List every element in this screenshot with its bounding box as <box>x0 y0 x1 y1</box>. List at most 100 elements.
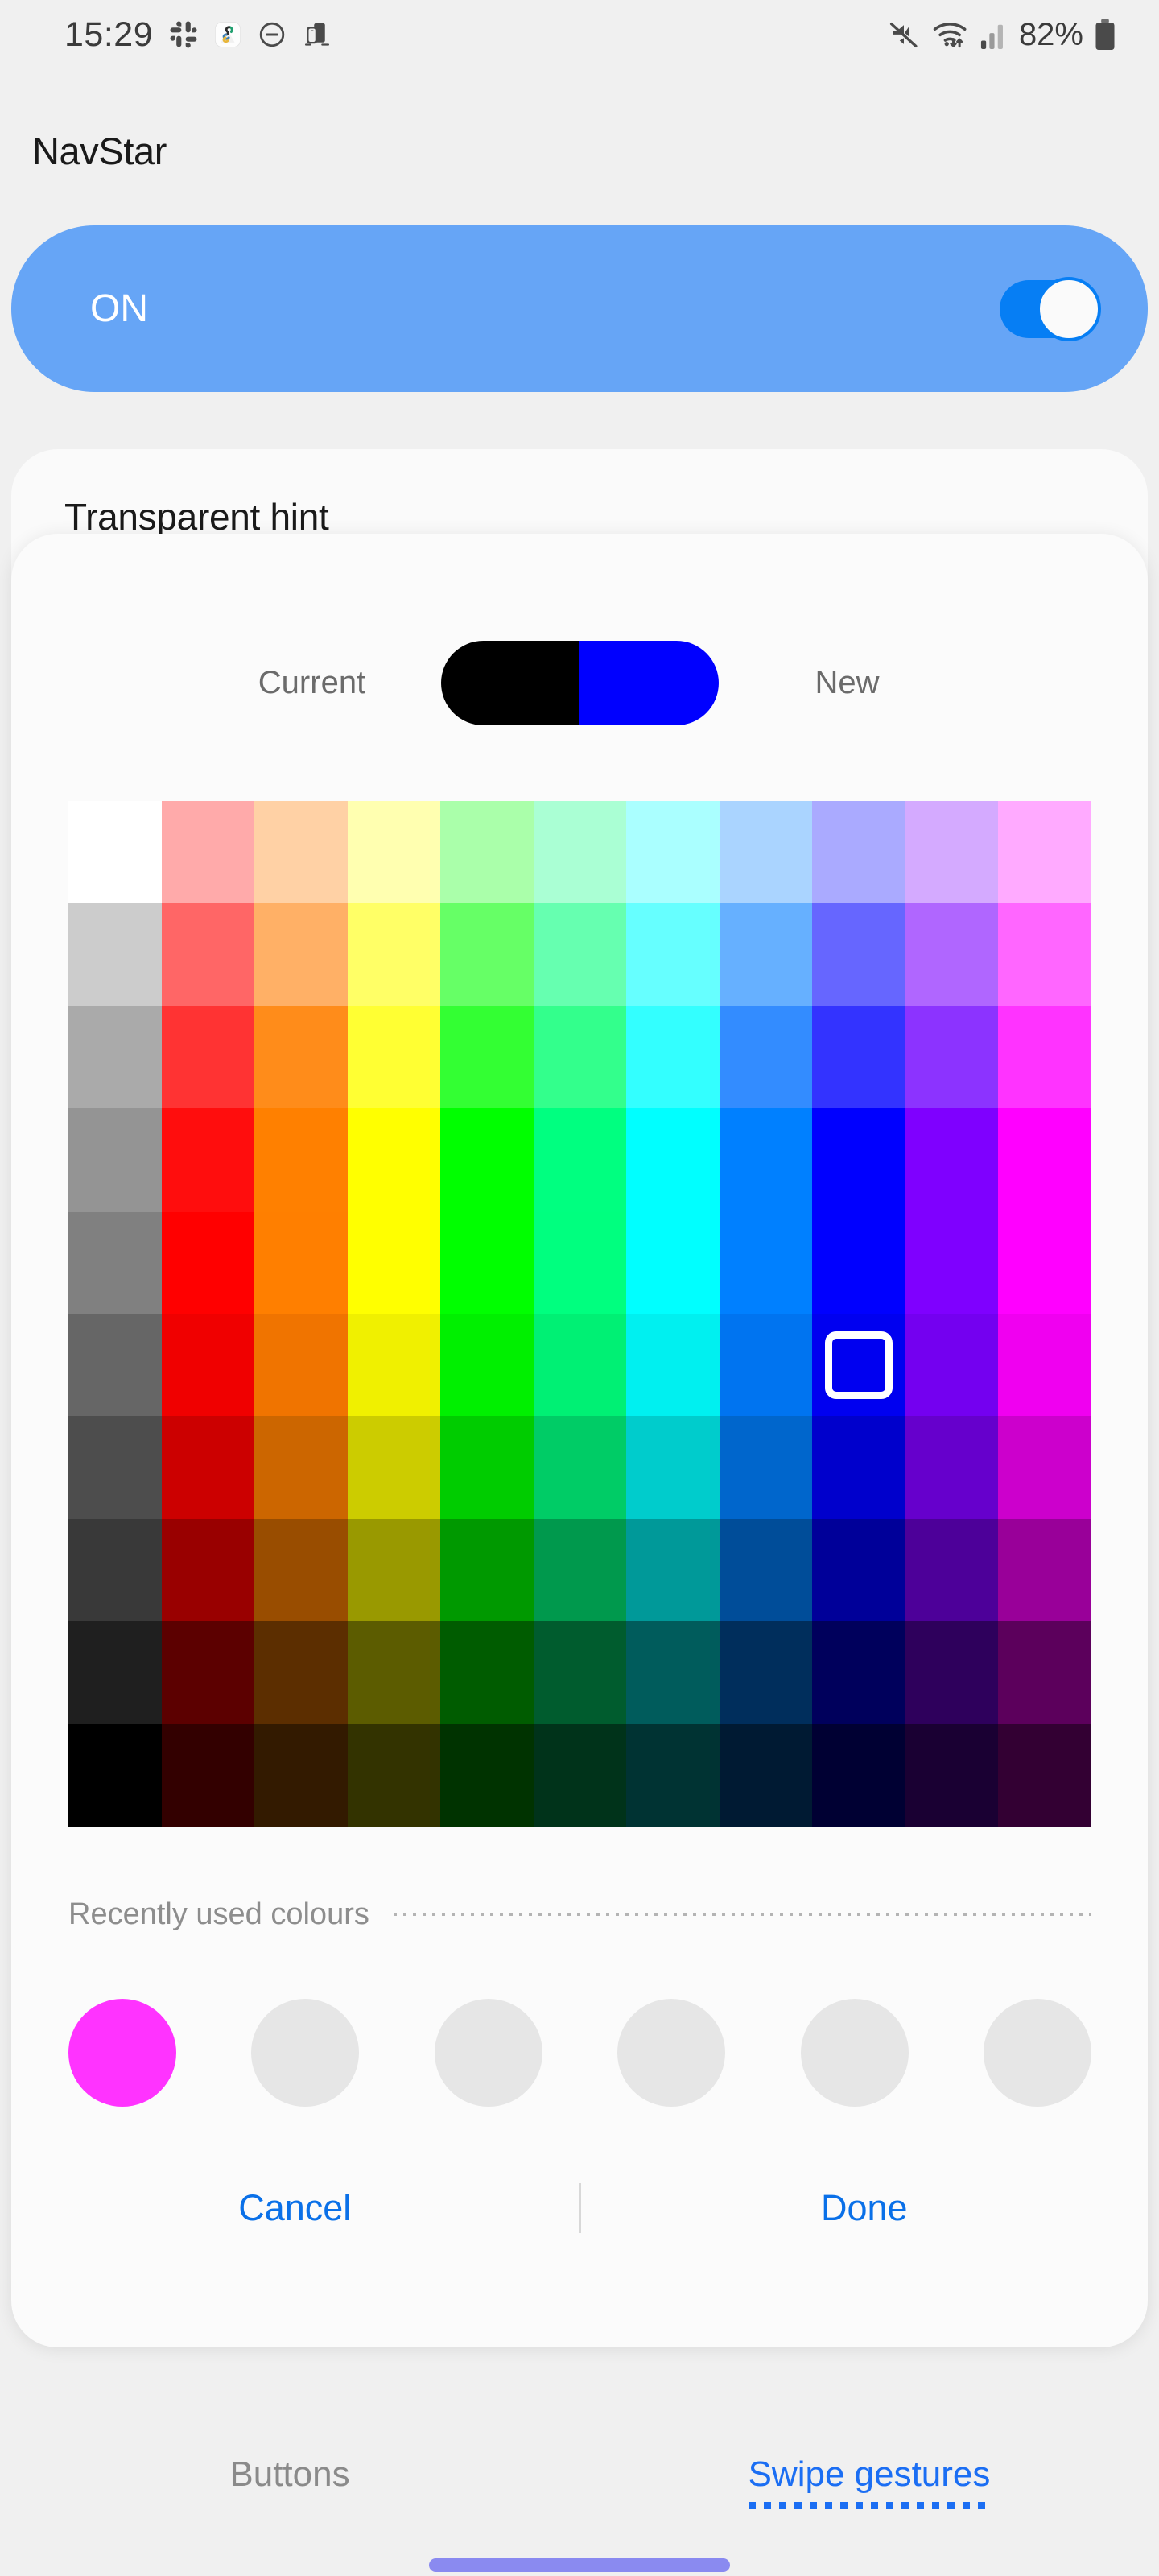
master-switch-banner[interactable]: ON <box>11 225 1148 392</box>
color-swatch[interactable] <box>68 1518 162 1622</box>
recent-color-swatch[interactable] <box>617 1999 726 2107</box>
color-swatch[interactable] <box>440 1005 534 1109</box>
color-swatch[interactable] <box>998 1621 1091 1724</box>
color-swatch[interactable] <box>254 1211 348 1314</box>
color-swatch[interactable] <box>812 903 905 1006</box>
color-swatch[interactable] <box>905 1724 999 1827</box>
color-swatch[interactable] <box>719 1724 813 1827</box>
color-swatch[interactable] <box>905 1416 999 1519</box>
color-swatch[interactable] <box>161 1211 255 1314</box>
color-swatch[interactable] <box>719 1211 813 1314</box>
color-swatch[interactable] <box>812 1518 905 1622</box>
color-swatch[interactable] <box>998 1416 1091 1519</box>
recent-color-swatch[interactable] <box>434 1999 542 2107</box>
navigation-handle[interactable] <box>429 2558 730 2572</box>
color-swatch[interactable] <box>533 1621 627 1724</box>
color-swatch[interactable] <box>347 1724 441 1827</box>
color-swatch[interactable] <box>161 1416 255 1519</box>
color-swatch[interactable] <box>68 801 162 904</box>
color-swatch[interactable] <box>254 1416 348 1519</box>
color-swatch[interactable] <box>998 903 1091 1006</box>
color-swatch[interactable] <box>626 1621 720 1724</box>
color-swatch[interactable] <box>347 1108 441 1212</box>
recent-color-swatch[interactable] <box>251 1999 360 2107</box>
color-swatch[interactable] <box>905 1211 999 1314</box>
color-swatch[interactable] <box>812 1314 905 1417</box>
color-swatch[interactable] <box>812 1108 905 1212</box>
color-swatch[interactable] <box>347 903 441 1006</box>
color-swatch[interactable] <box>440 1314 534 1417</box>
color-swatch[interactable] <box>533 1108 627 1212</box>
color-swatch[interactable] <box>719 903 813 1006</box>
color-swatch[interactable] <box>998 1108 1091 1212</box>
recently-used-colours-row[interactable] <box>68 1999 1091 2107</box>
color-swatch[interactable] <box>254 801 348 904</box>
color-swatch[interactable] <box>533 1518 627 1622</box>
color-swatch[interactable] <box>440 903 534 1006</box>
color-swatch[interactable] <box>533 1416 627 1519</box>
color-swatch[interactable] <box>347 1621 441 1724</box>
color-swatch[interactable] <box>626 1416 720 1519</box>
color-swatch[interactable] <box>719 1621 813 1724</box>
recent-color-swatch[interactable] <box>800 1999 909 2107</box>
color-swatch[interactable] <box>254 903 348 1006</box>
master-switch-toggle[interactable] <box>1000 276 1101 341</box>
color-swatch[interactable] <box>998 1724 1091 1827</box>
color-swatch[interactable] <box>719 801 813 904</box>
color-swatch[interactable] <box>347 1314 441 1417</box>
color-swatch[interactable] <box>626 1724 720 1827</box>
color-swatch[interactable] <box>626 1005 720 1109</box>
color-swatch[interactable] <box>161 1621 255 1724</box>
cancel-button[interactable]: Cancel <box>11 2187 579 2229</box>
recent-color-swatch[interactable] <box>68 1999 176 2107</box>
color-swatch[interactable] <box>905 1005 999 1109</box>
color-swatch[interactable] <box>254 1518 348 1622</box>
recent-color-swatch[interactable] <box>983 1999 1091 2107</box>
color-swatch[interactable] <box>440 1518 534 1622</box>
color-swatch[interactable] <box>533 1724 627 1827</box>
color-swatch[interactable] <box>440 1621 534 1724</box>
color-swatch[interactable] <box>812 1211 905 1314</box>
color-swatch[interactable] <box>626 1108 720 1212</box>
color-swatch[interactable] <box>161 1314 255 1417</box>
color-swatch[interactable] <box>254 1621 348 1724</box>
color-swatch[interactable] <box>533 903 627 1006</box>
color-swatch[interactable] <box>905 903 999 1006</box>
color-swatch[interactable] <box>68 1108 162 1212</box>
color-swatch[interactable] <box>719 1314 813 1417</box>
color-swatch[interactable] <box>812 801 905 904</box>
done-button[interactable]: Done <box>581 2187 1149 2229</box>
color-swatch[interactable] <box>719 1005 813 1109</box>
color-swatch[interactable] <box>905 1518 999 1622</box>
color-swatch[interactable] <box>719 1108 813 1212</box>
color-swatch[interactable] <box>812 1724 905 1827</box>
color-swatch[interactable] <box>161 801 255 904</box>
color-swatch[interactable] <box>626 1211 720 1314</box>
color-swatch[interactable] <box>905 1621 999 1724</box>
color-swatch[interactable] <box>347 1211 441 1314</box>
color-swatch[interactable] <box>812 1005 905 1109</box>
color-swatch[interactable] <box>998 1211 1091 1314</box>
color-swatch[interactable] <box>161 1108 255 1212</box>
color-swatch[interactable] <box>626 903 720 1006</box>
color-swatch[interactable] <box>719 1416 813 1519</box>
color-swatch[interactable] <box>254 1005 348 1109</box>
color-swatch[interactable] <box>347 1518 441 1622</box>
color-swatch[interactable] <box>68 1621 162 1724</box>
color-swatch[interactable] <box>68 1005 162 1109</box>
color-swatch[interactable] <box>905 1108 999 1212</box>
color-swatch[interactable] <box>533 1005 627 1109</box>
color-swatch[interactable] <box>719 1518 813 1622</box>
color-swatch[interactable] <box>533 1314 627 1417</box>
color-swatch[interactable] <box>68 1724 162 1827</box>
color-swatch[interactable] <box>68 903 162 1006</box>
color-swatch[interactable] <box>533 801 627 904</box>
color-swatch[interactable] <box>998 1005 1091 1109</box>
tab-buttons[interactable]: Buttons <box>0 2443 580 2495</box>
color-swatch[interactable] <box>440 1416 534 1519</box>
color-swatch[interactable] <box>812 1621 905 1724</box>
color-palette-grid[interactable] <box>68 801 1091 1827</box>
color-swatch[interactable] <box>347 801 441 904</box>
color-swatch[interactable] <box>998 1314 1091 1417</box>
color-swatch[interactable] <box>905 1314 999 1417</box>
